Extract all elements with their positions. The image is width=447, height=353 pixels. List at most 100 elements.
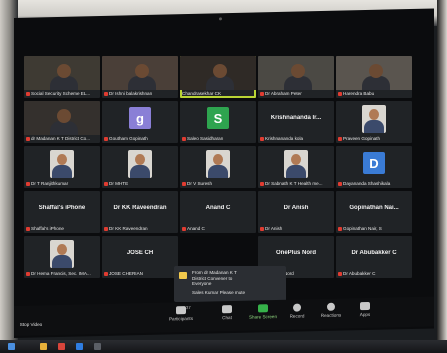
profile-photo-head — [213, 154, 223, 165]
participant-tile[interactable]: Dr Abubakker C Dr Abubakker C — [336, 236, 412, 278]
windows-start-icon[interactable] — [8, 343, 15, 350]
participants-count: 37 — [186, 304, 191, 311]
participant-tile[interactable]: Dr T Ranjithkumar — [24, 146, 100, 188]
profile-photo — [284, 150, 308, 178]
participant-tile[interactable]: S Saleo Sasidharan — [180, 101, 256, 143]
zoom-app-icon[interactable] — [76, 343, 83, 350]
participant-name-label: Dr KK Raveendran — [104, 226, 176, 232]
participant-display-name: Anand C — [205, 205, 231, 211]
participant-name-text: Dr T Ranjithkumar — [31, 181, 69, 186]
participant-name-text: Praveen Gopinath — [343, 136, 381, 141]
muted-mic-icon — [338, 136, 342, 141]
participant-name-label: Krishnananda kola — [260, 136, 332, 142]
participant-name-label: Dr Hema Francis, Sec. IMA... — [26, 271, 98, 277]
os-taskbar — [0, 340, 447, 353]
muted-mic-icon — [260, 226, 264, 231]
chat-button[interactable]: Chat — [210, 305, 244, 321]
reactions-button[interactable]: Reactions — [314, 302, 348, 318]
profile-photo-head — [57, 154, 67, 165]
participants-button[interactable]: 37 Participants — [164, 304, 198, 322]
participants-label: Participants — [168, 315, 193, 322]
participant-tile[interactable]: Dr KK Raveendran Dr KK Raveendran — [102, 191, 178, 233]
participant-tile[interactable]: Praveen Gopinath — [336, 101, 412, 143]
participant-tile[interactable]: Dr Anish Dr Anish — [258, 191, 334, 233]
profile-photo-body — [364, 120, 384, 133]
muted-mic-icon — [338, 226, 342, 231]
file-explorer-icon[interactable] — [40, 343, 47, 350]
participant-display-name: Shaffal's iPhone — [38, 205, 86, 211]
participant-tile[interactable]: Krishnananda Ir... Krishnananda kola — [258, 101, 334, 143]
participant-name-text: Dr Abraham Peter — [265, 91, 302, 96]
participant-tile[interactable]: Anand C Anand C — [180, 191, 256, 233]
apps-button[interactable]: Apps — [348, 301, 382, 318]
taskbar-app-icon[interactable] — [94, 343, 101, 350]
participant-display-name: JOSE CH — [126, 250, 154, 256]
participant-name-text: Dr Abubakker C — [343, 271, 376, 276]
participant-face — [57, 64, 71, 78]
participant-tile[interactable]: JOSE CH JOSE CHERIAN — [102, 236, 178, 278]
apps-label: Apps — [359, 311, 371, 318]
muted-mic-icon — [104, 91, 108, 96]
webcam-dot — [219, 17, 222, 21]
participant-face — [291, 64, 305, 78]
chat-notification[interactable]: From dr Madanan K T District Convener to… — [174, 266, 286, 302]
profile-photo-head — [291, 154, 301, 165]
participant-tile[interactable]: Chandrasekhar CK — [180, 56, 256, 98]
muted-mic-icon — [26, 181, 30, 186]
participant-name-text: Dr Anish — [265, 226, 283, 231]
participant-video — [336, 56, 412, 90]
record-button[interactable]: Record — [280, 303, 314, 319]
participant-tile[interactable]: Social Security Scheme EL... — [24, 56, 100, 98]
participant-shoulders — [50, 121, 78, 135]
profile-photo-body — [286, 165, 306, 178]
participant-tile[interactable]: Harendra Babu — [336, 56, 412, 98]
participant-name-label: Dr Abubakker C — [338, 271, 410, 277]
participant-name-label: Dr Ishni balakrishnan — [104, 91, 176, 97]
profile-photo — [50, 150, 74, 178]
participant-tile[interactable]: dr Madanan K T District Co... — [24, 101, 100, 143]
participant-tile[interactable]: D Dayananda Shashikala — [336, 146, 412, 188]
profile-photo-body — [52, 255, 72, 268]
participant-tile[interactable]: Dr Hema Francis, Sec. IMA... — [24, 236, 100, 278]
participant-tile[interactable]: Gopinathan Nai... Gopinathan Nair, S — [336, 191, 412, 233]
participant-name-text: Dr Ishni balakrishnan — [109, 91, 153, 96]
participant-video — [24, 101, 100, 135]
participant-display-name: Dr Anish — [283, 205, 309, 211]
participant-tile[interactable]: Dr Ishni balakrishnan — [102, 56, 178, 98]
chat-icon — [222, 305, 232, 314]
participant-display-name: Krishnananda Ir... — [270, 115, 322, 121]
profile-photo-head — [57, 244, 67, 255]
participant-tile[interactable]: Dr V Suresh — [180, 146, 256, 188]
participant-video — [180, 56, 256, 90]
participant-face — [213, 64, 227, 78]
participant-name-text: Chandrasekhar CK — [182, 91, 222, 96]
muted-mic-icon — [26, 271, 30, 276]
share-screen-button[interactable]: Share Screen — [246, 304, 280, 320]
avatar-initial: g — [129, 107, 151, 129]
participant-name-label: Praveen Gopinath — [338, 136, 410, 142]
participant-name-label: Dr T Ranjithkumar — [26, 181, 98, 187]
participant-tile[interactable]: Dr MHTE — [102, 146, 178, 188]
participant-name-label: Dr V Suresh — [182, 181, 254, 187]
chat-label: Chat — [222, 315, 232, 321]
profile-photo-head — [135, 154, 145, 165]
participant-name-text: dr Madanan K T District Co... — [31, 136, 91, 141]
muted-mic-icon — [338, 271, 342, 276]
participant-tile[interactable]: g Goutham Gopinath — [102, 101, 178, 143]
muted-mic-icon — [260, 136, 264, 141]
participant-display-name: Dr KK Raveendran — [113, 205, 167, 211]
profile-photo — [362, 105, 386, 133]
muted-mic-icon — [104, 271, 108, 276]
participant-name-label: Harendra Babu — [338, 91, 410, 97]
participant-face — [369, 64, 383, 78]
browser-icon[interactable] — [58, 343, 65, 350]
participant-name-label: Saleo Sasidharan — [182, 136, 254, 142]
profile-photo-head — [369, 109, 379, 120]
stop-video-button[interactable]: Stop Video — [14, 322, 48, 327]
participant-tile[interactable]: Dr Abraham Peter — [258, 56, 334, 98]
participant-name-text: JOSE CHERIAN — [109, 271, 143, 276]
participant-tile[interactable]: Shaffal's iPhone Shaffal's iPhone — [24, 191, 100, 233]
participant-tile[interactable]: Dr Sabnath K T Health me... — [258, 146, 334, 188]
participant-display-name: Dr Abubakker C — [351, 250, 397, 256]
profile-photo-body — [208, 165, 228, 178]
